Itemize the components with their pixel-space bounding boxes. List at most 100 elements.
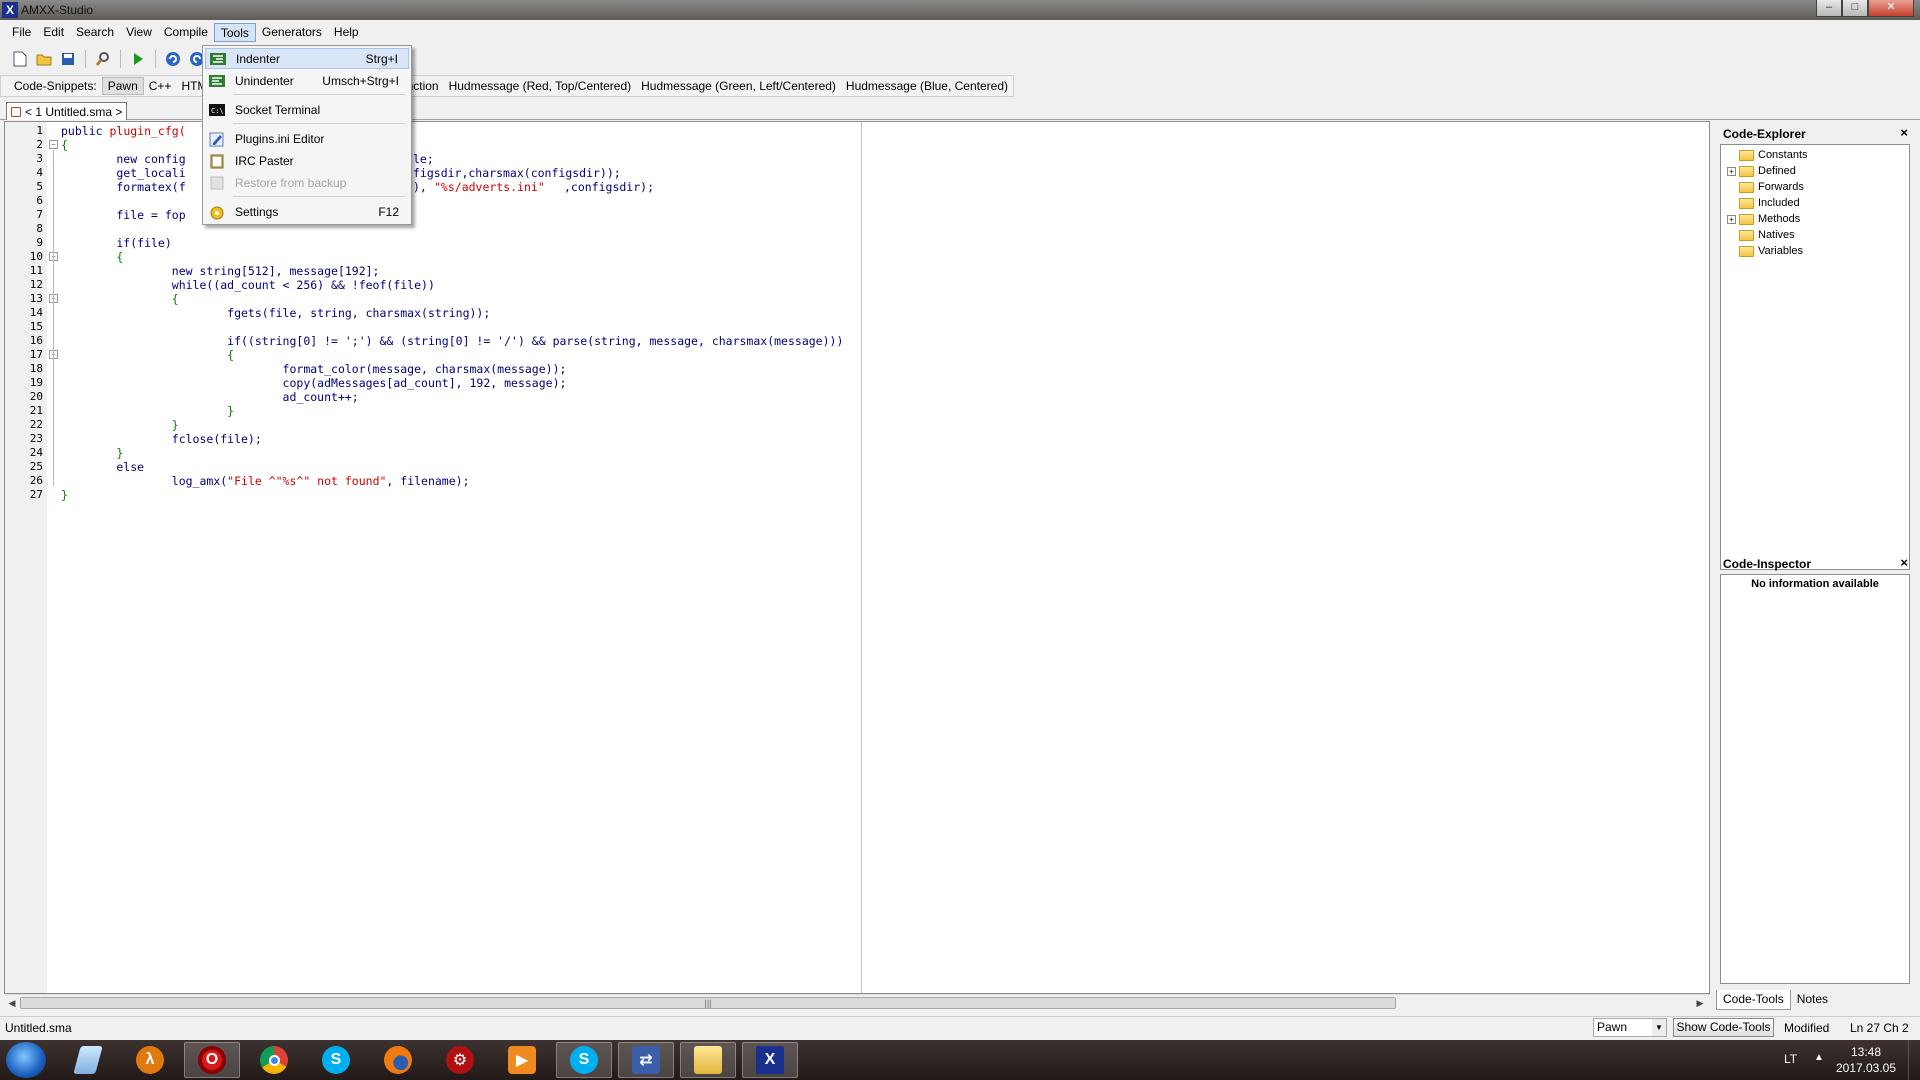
code-line[interactable]: formatex(f: [61, 180, 185, 194]
code-line[interactable]: get_locali: [61, 166, 185, 180]
fold-toggle-icon[interactable]: −: [49, 140, 58, 149]
code-fragment[interactable]: "%s/adverts.ini": [434, 180, 545, 194]
horizontal-scrollbar[interactable]: ◀ ||| ▶: [4, 994, 1710, 1010]
tray-expand-icon[interactable]: ▲: [1814, 1052, 1824, 1063]
code-fragment[interactable]: figsdir,charsmax(configsdir));: [413, 166, 621, 180]
show-code-tools-button[interactable]: Show Code-Tools: [1673, 1018, 1774, 1037]
run-icon[interactable]: [128, 49, 148, 69]
undo-icon[interactable]: [163, 49, 183, 69]
minimize-button[interactable]: –: [1816, 0, 1842, 17]
code-line[interactable]: {: [61, 138, 68, 152]
code-line[interactable]: ad_count++;: [61, 390, 359, 404]
tab-code-tools[interactable]: Code-Tools: [1716, 990, 1791, 1010]
code-line[interactable]: {: [61, 292, 179, 306]
code-fragment[interactable]: ,configsdir);: [564, 180, 654, 194]
tree-item-forwards[interactable]: Forwards: [1727, 179, 1804, 195]
code-line[interactable]: copy(adMessages[ad_count], 192, message)…: [61, 376, 567, 390]
menu-item-socket-terminal[interactable]: C:\ Socket Terminal: [205, 99, 409, 120]
language-select[interactable]: Pawn ▼: [1593, 1018, 1667, 1037]
snippet-hud-green[interactable]: Hudmessage (Green, Left/Centered): [636, 78, 841, 94]
media-player-icon[interactable]: ▶: [494, 1042, 550, 1078]
code-line[interactable]: file = fop: [61, 208, 185, 222]
code-line[interactable]: new string[512], message[192];: [61, 264, 380, 278]
snippet-hud-red[interactable]: Hudmessage (Red, Top/Centered): [444, 78, 637, 94]
tree-item-methods[interactable]: + Methods: [1727, 211, 1800, 227]
menu-generators[interactable]: Generators: [256, 23, 328, 42]
code-line[interactable]: if((string[0] != ';') && (string[0] != '…: [61, 334, 843, 348]
code-line[interactable]: if(file): [61, 236, 171, 250]
chrome-icon[interactable]: [246, 1042, 302, 1078]
tree-item-constants[interactable]: Constants: [1727, 147, 1808, 163]
code-line[interactable]: fclose(file);: [61, 432, 262, 446]
menu-edit[interactable]: Edit: [37, 23, 70, 42]
scroll-right-icon[interactable]: ▶: [1694, 997, 1706, 1009]
close-explorer-icon[interactable]: ×: [1900, 126, 1908, 140]
save-icon[interactable]: [58, 49, 78, 69]
code-line[interactable]: else: [61, 460, 144, 474]
menu-compile[interactable]: Compile: [158, 23, 214, 42]
code-line[interactable]: }: [61, 418, 179, 432]
menu-item-restore-backup[interactable]: Restore from backup: [205, 172, 409, 193]
menu-help[interactable]: Help: [328, 23, 365, 42]
network-app-icon[interactable]: ⇄: [618, 1042, 674, 1078]
line-number: 6: [36, 194, 43, 207]
code-line[interactable]: }: [61, 446, 123, 460]
snippet-tab-pawn[interactable]: Pawn: [101, 77, 144, 95]
scroll-thumb[interactable]: |||: [20, 997, 1396, 1009]
amxx-studio-taskbar-icon[interactable]: X: [742, 1042, 798, 1078]
start-button[interactable]: [6, 1042, 46, 1078]
tab-untitled-sma[interactable]: < 1 Untitled.sma >: [6, 102, 128, 120]
tab-notes[interactable]: Notes: [1791, 990, 1834, 1010]
code-line[interactable]: }: [61, 488, 68, 502]
menu-item-indenter[interactable]: Indenter Strg+I: [205, 48, 409, 69]
menu-search[interactable]: Search: [70, 23, 120, 42]
code-line[interactable]: public plugin_cfg(: [61, 124, 186, 138]
code-explorer-tree[interactable]: Constants + Defined Forwards Included + Method…: [1720, 144, 1910, 570]
code-line[interactable]: fgets(file, string, charsmax(string));: [61, 306, 490, 320]
code-line[interactable]: log_amx("File ^"%s^" not found", filenam…: [61, 474, 470, 488]
tree-item-natives[interactable]: Natives: [1727, 227, 1795, 243]
chevron-down-icon[interactable]: ▼: [1652, 1019, 1666, 1036]
code-line[interactable]: new config: [61, 152, 185, 166]
firefox-icon[interactable]: [370, 1042, 426, 1078]
code-fragment[interactable]: le;: [413, 152, 434, 166]
code-editor[interactable]: 12−345678910−111213−14151617−18192021222…: [4, 121, 1710, 994]
menu-item-plugins-ini-editor[interactable]: Plugins.ini Editor: [205, 128, 409, 149]
tree-item-defined[interactable]: + Defined: [1727, 163, 1796, 179]
menu-view[interactable]: View: [120, 23, 158, 42]
code-line[interactable]: while((ad_count < 256) && !feof(file)): [61, 278, 435, 292]
tree-item-variables[interactable]: Variables: [1727, 243, 1803, 259]
code-line[interactable]: }: [61, 404, 234, 418]
code-line[interactable]: {: [61, 250, 123, 264]
snippet-tab-cpp[interactable]: C++: [144, 78, 177, 94]
new-file-icon[interactable]: [10, 49, 30, 69]
opera-icon[interactable]: O: [184, 1042, 240, 1078]
skype-icon[interactable]: S: [308, 1042, 364, 1078]
open-folder-icon[interactable]: [34, 49, 54, 69]
expand-icon[interactable]: +: [1727, 166, 1736, 176]
menu-file[interactable]: File: [6, 23, 37, 42]
snippet-hud-blue[interactable]: Hudmessage (Blue, Centered): [841, 78, 1013, 94]
steam-icon[interactable]: ⚙: [432, 1042, 488, 1078]
expand-icon[interactable]: +: [1727, 214, 1736, 224]
maximize-button[interactable]: □: [1842, 0, 1868, 17]
notes-app-icon[interactable]: [60, 1042, 116, 1078]
code-line[interactable]: format_color(message, charsmax(message))…: [61, 362, 567, 376]
menu-tools[interactable]: Tools: [213, 23, 256, 42]
tree-item-included[interactable]: Included: [1727, 195, 1800, 211]
show-desktop-button[interactable]: [1908, 1040, 1920, 1080]
code-line[interactable]: {: [61, 348, 234, 362]
menu-item-unindenter[interactable]: Unindenter Umsch+Strg+I: [205, 70, 409, 91]
scroll-left-icon[interactable]: ◀: [6, 997, 18, 1009]
find-icon[interactable]: [93, 49, 113, 69]
skype-active-icon[interactable]: S: [556, 1042, 612, 1078]
menu-item-settings[interactable]: Settings F12: [205, 201, 409, 222]
close-inspector-icon[interactable]: ×: [1900, 556, 1908, 570]
close-button[interactable]: ✕: [1868, 0, 1914, 17]
half-life-icon[interactable]: λ: [122, 1042, 178, 1078]
code-fragment[interactable]: ),: [413, 180, 434, 194]
menu-item-irc-paster[interactable]: IRC Paster: [205, 150, 409, 171]
system-clock[interactable]: 13:48 2017.03.05: [1826, 1044, 1906, 1076]
language-indicator[interactable]: LT: [1784, 1052, 1797, 1066]
file-explorer-icon[interactable]: [680, 1042, 736, 1078]
